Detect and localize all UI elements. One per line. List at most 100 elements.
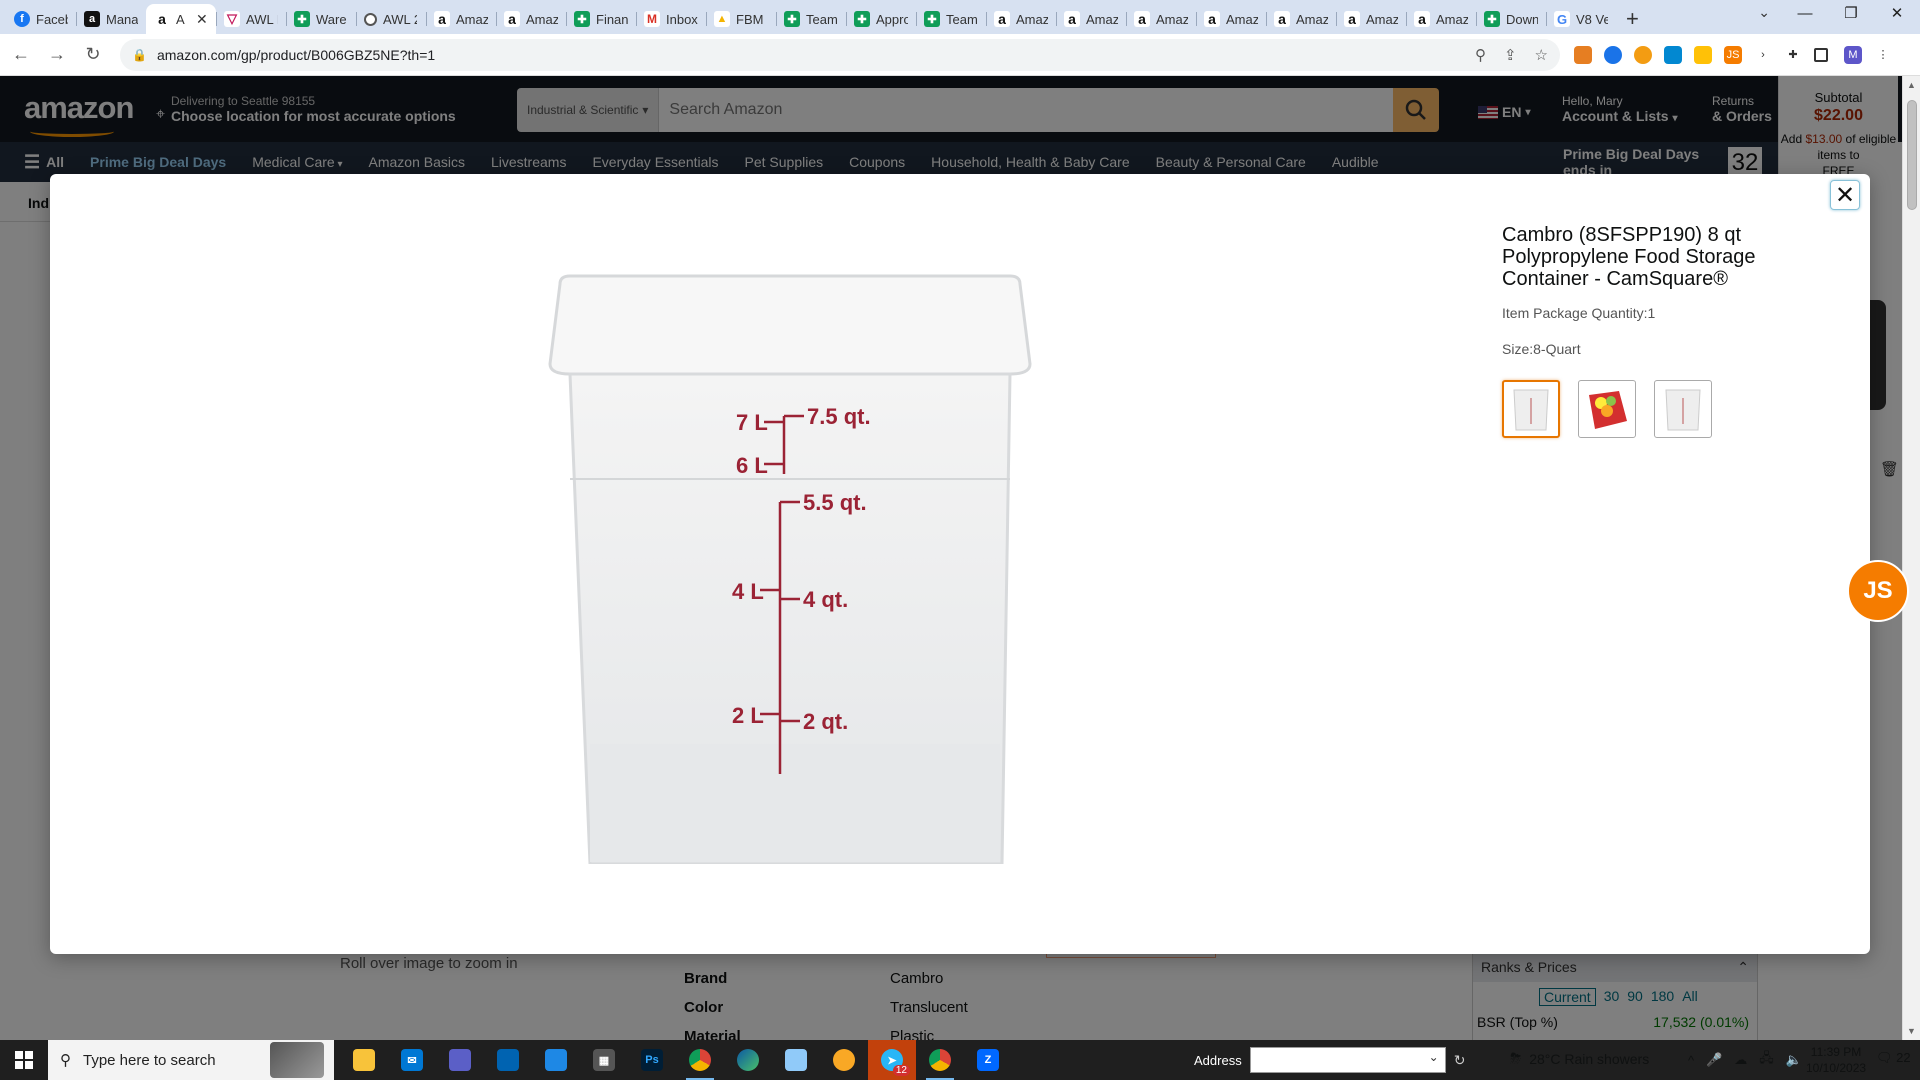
- chrome-app[interactable]: [676, 1040, 724, 1080]
- amazon-favicon-icon: a: [1134, 11, 1150, 27]
- extension-2-icon[interactable]: [1604, 45, 1622, 64]
- browser-tab[interactable]: G V8 Ve: [1546, 4, 1616, 34]
- thumbnail-3[interactable]: [1654, 380, 1712, 438]
- app-3[interactable]: [436, 1040, 484, 1080]
- browser-tab[interactable]: AWL 2: [356, 4, 426, 34]
- taskbar-apps: ✉ ▦ Ps ➤ 12 Z: [340, 1040, 1012, 1080]
- bookmark-star-icon[interactable]: ☆: [1535, 46, 1548, 64]
- product-main-image[interactable]: 7 L 6 L 4 L 2 L 7.5 qt. 5.5 qt. 4 qt. 2 …: [540, 274, 1040, 864]
- lock-icon[interactable]: 🔒: [132, 48, 147, 62]
- chrome-profile-app[interactable]: [916, 1040, 964, 1080]
- scrollbar-thumb[interactable]: [1907, 100, 1917, 210]
- photoshop-icon: Ps: [641, 1049, 663, 1071]
- browser-tab[interactable]: a A ✕: [146, 4, 216, 34]
- zoom-icon[interactable]: ⚲: [1475, 46, 1486, 64]
- zalo-app[interactable]: Z: [964, 1040, 1012, 1080]
- sheets-favicon-icon: ✚: [784, 11, 800, 27]
- chevron-up-icon[interactable]: ^: [1688, 1053, 1694, 1068]
- browser-tab[interactable]: ✚ Ware: [286, 4, 356, 34]
- browser-tab[interactable]: a Amaz: [496, 4, 566, 34]
- thumbnail-2[interactable]: [1578, 380, 1636, 438]
- browser-tab[interactable]: ▲ FBM L: [706, 4, 776, 34]
- file-explorer-app[interactable]: [340, 1040, 388, 1080]
- browser-tab[interactable]: a Amaz: [1336, 4, 1406, 34]
- app-5[interactable]: [532, 1040, 580, 1080]
- window-app-icon: [545, 1049, 567, 1071]
- side-panel-icon[interactable]: [1814, 47, 1828, 62]
- browser-tab[interactable]: a Amaz: [1056, 4, 1126, 34]
- browser-tab[interactable]: ✚ Team: [916, 4, 986, 34]
- browser-tab-strip: fFacebaManaaA✕▽AWL L✚WareAWL 2aAmazaAmaz…: [0, 0, 1920, 34]
- browser-tab[interactable]: ✚ Finan: [566, 4, 636, 34]
- browser-tab[interactable]: ✚ Team: [776, 4, 846, 34]
- js-extension-badge[interactable]: JS: [1847, 560, 1909, 622]
- browser-tab[interactable]: a Amaz: [1266, 4, 1336, 34]
- address-bar[interactable]: 🔒 amazon.com/gp/product/B006GBZ5NE?th=1 …: [120, 38, 1560, 71]
- network-icon[interactable]: 🖧: [1759, 1049, 1774, 1071]
- reload-button[interactable]: ↻: [78, 44, 108, 65]
- chrome-menu-icon[interactable]: ⋮: [1874, 46, 1892, 64]
- tab-title: Down: [1506, 11, 1538, 27]
- scroll-up-icon[interactable]: ▲: [1907, 80, 1916, 90]
- start-button[interactable]: [0, 1040, 48, 1080]
- onedrive-cloud-icon[interactable]: ☁: [1734, 1052, 1747, 1068]
- edge-app[interactable]: [724, 1040, 772, 1080]
- extensions-puzzle-icon[interactable]: ✚: [1784, 46, 1802, 64]
- back-button[interactable]: ←: [6, 44, 36, 65]
- extension-3-icon[interactable]: [1634, 45, 1652, 64]
- browser-tab[interactable]: a Amaz: [426, 4, 496, 34]
- page-scrollbar[interactable]: ▲ ▼: [1902, 76, 1920, 1040]
- app-10[interactable]: [772, 1040, 820, 1080]
- extension-7-icon[interactable]: ›: [1754, 46, 1772, 64]
- restore-button[interactable]: ❐: [1828, 0, 1874, 30]
- telegram-app[interactable]: ➤ 12: [868, 1040, 916, 1080]
- close-window-button[interactable]: ✕: [1874, 0, 1920, 30]
- amazon-favicon-icon: a: [1344, 11, 1360, 27]
- extension-4-icon[interactable]: [1664, 45, 1682, 64]
- calculator-app[interactable]: ▦: [580, 1040, 628, 1080]
- browser-tab[interactable]: ▽ AWL L: [216, 4, 286, 34]
- mail-app[interactable]: ✉: [388, 1040, 436, 1080]
- scroll-down-icon[interactable]: ▼: [1907, 1026, 1916, 1036]
- app-11[interactable]: [820, 1040, 868, 1080]
- sheets-favicon-icon: ✚: [854, 11, 870, 27]
- browser-tab[interactable]: a Mana: [76, 4, 146, 34]
- close-tab-icon[interactable]: ✕: [196, 11, 208, 28]
- photoshop-app[interactable]: Ps: [628, 1040, 676, 1080]
- browser-tab[interactable]: a Amaz: [1126, 4, 1196, 34]
- browser-tab[interactable]: ✚ Appro: [846, 4, 916, 34]
- store-app[interactable]: [484, 1040, 532, 1080]
- browser-tab[interactable]: f Faceb: [6, 4, 76, 34]
- tab-title: Team: [946, 11, 978, 27]
- share-icon[interactable]: ⇪: [1504, 46, 1517, 64]
- extension-1-icon[interactable]: [1574, 45, 1592, 64]
- weather-widget[interactable]: ⛈ 28°C Rain showers: [1510, 1050, 1649, 1067]
- profile-avatar[interactable]: M: [1844, 45, 1862, 64]
- new-tab-button[interactable]: +: [1616, 4, 1649, 34]
- browser-tab[interactable]: a Amaz: [1196, 4, 1266, 34]
- url-text: amazon.com/gp/product/B006GBZ5NE?th=1: [156, 46, 436, 63]
- browser-tab[interactable]: a Amaz: [986, 4, 1056, 34]
- forward-button[interactable]: →: [42, 44, 72, 65]
- chrome-icon: [689, 1049, 711, 1071]
- tab-title: Appro: [876, 11, 908, 27]
- minimize-button[interactable]: —: [1782, 0, 1828, 30]
- sheets-favicon-icon: ✚: [294, 11, 310, 27]
- extension-js-icon[interactable]: JS: [1724, 45, 1742, 64]
- tab-search-icon[interactable]: ⌄: [1758, 4, 1770, 21]
- taskbar-search[interactable]: ⚲ Type here to search: [48, 1040, 334, 1080]
- awl-favicon-icon: ▽: [224, 11, 240, 27]
- address-label: Address: [1194, 1052, 1242, 1068]
- thumbnail-1[interactable]: [1502, 380, 1560, 438]
- clock[interactable]: 11:39 PM 10/10/2023: [1806, 1044, 1866, 1076]
- microphone-icon[interactable]: 🎤: [1706, 1052, 1722, 1068]
- browser-tab[interactable]: a Amaz: [1406, 4, 1476, 34]
- address-input[interactable]: [1249, 1047, 1446, 1073]
- browser-tab[interactable]: M Inbox: [636, 4, 706, 34]
- browser-tab[interactable]: ✚ Down: [1476, 4, 1546, 34]
- close-modal-button[interactable]: ✕: [1830, 180, 1860, 210]
- refresh-icon[interactable]: ↻: [1454, 1052, 1466, 1069]
- notification-center[interactable]: 🗨 22: [1876, 1050, 1911, 1066]
- extension-5-icon[interactable]: [1694, 45, 1712, 64]
- volume-icon[interactable]: 🔈: [1786, 1052, 1802, 1068]
